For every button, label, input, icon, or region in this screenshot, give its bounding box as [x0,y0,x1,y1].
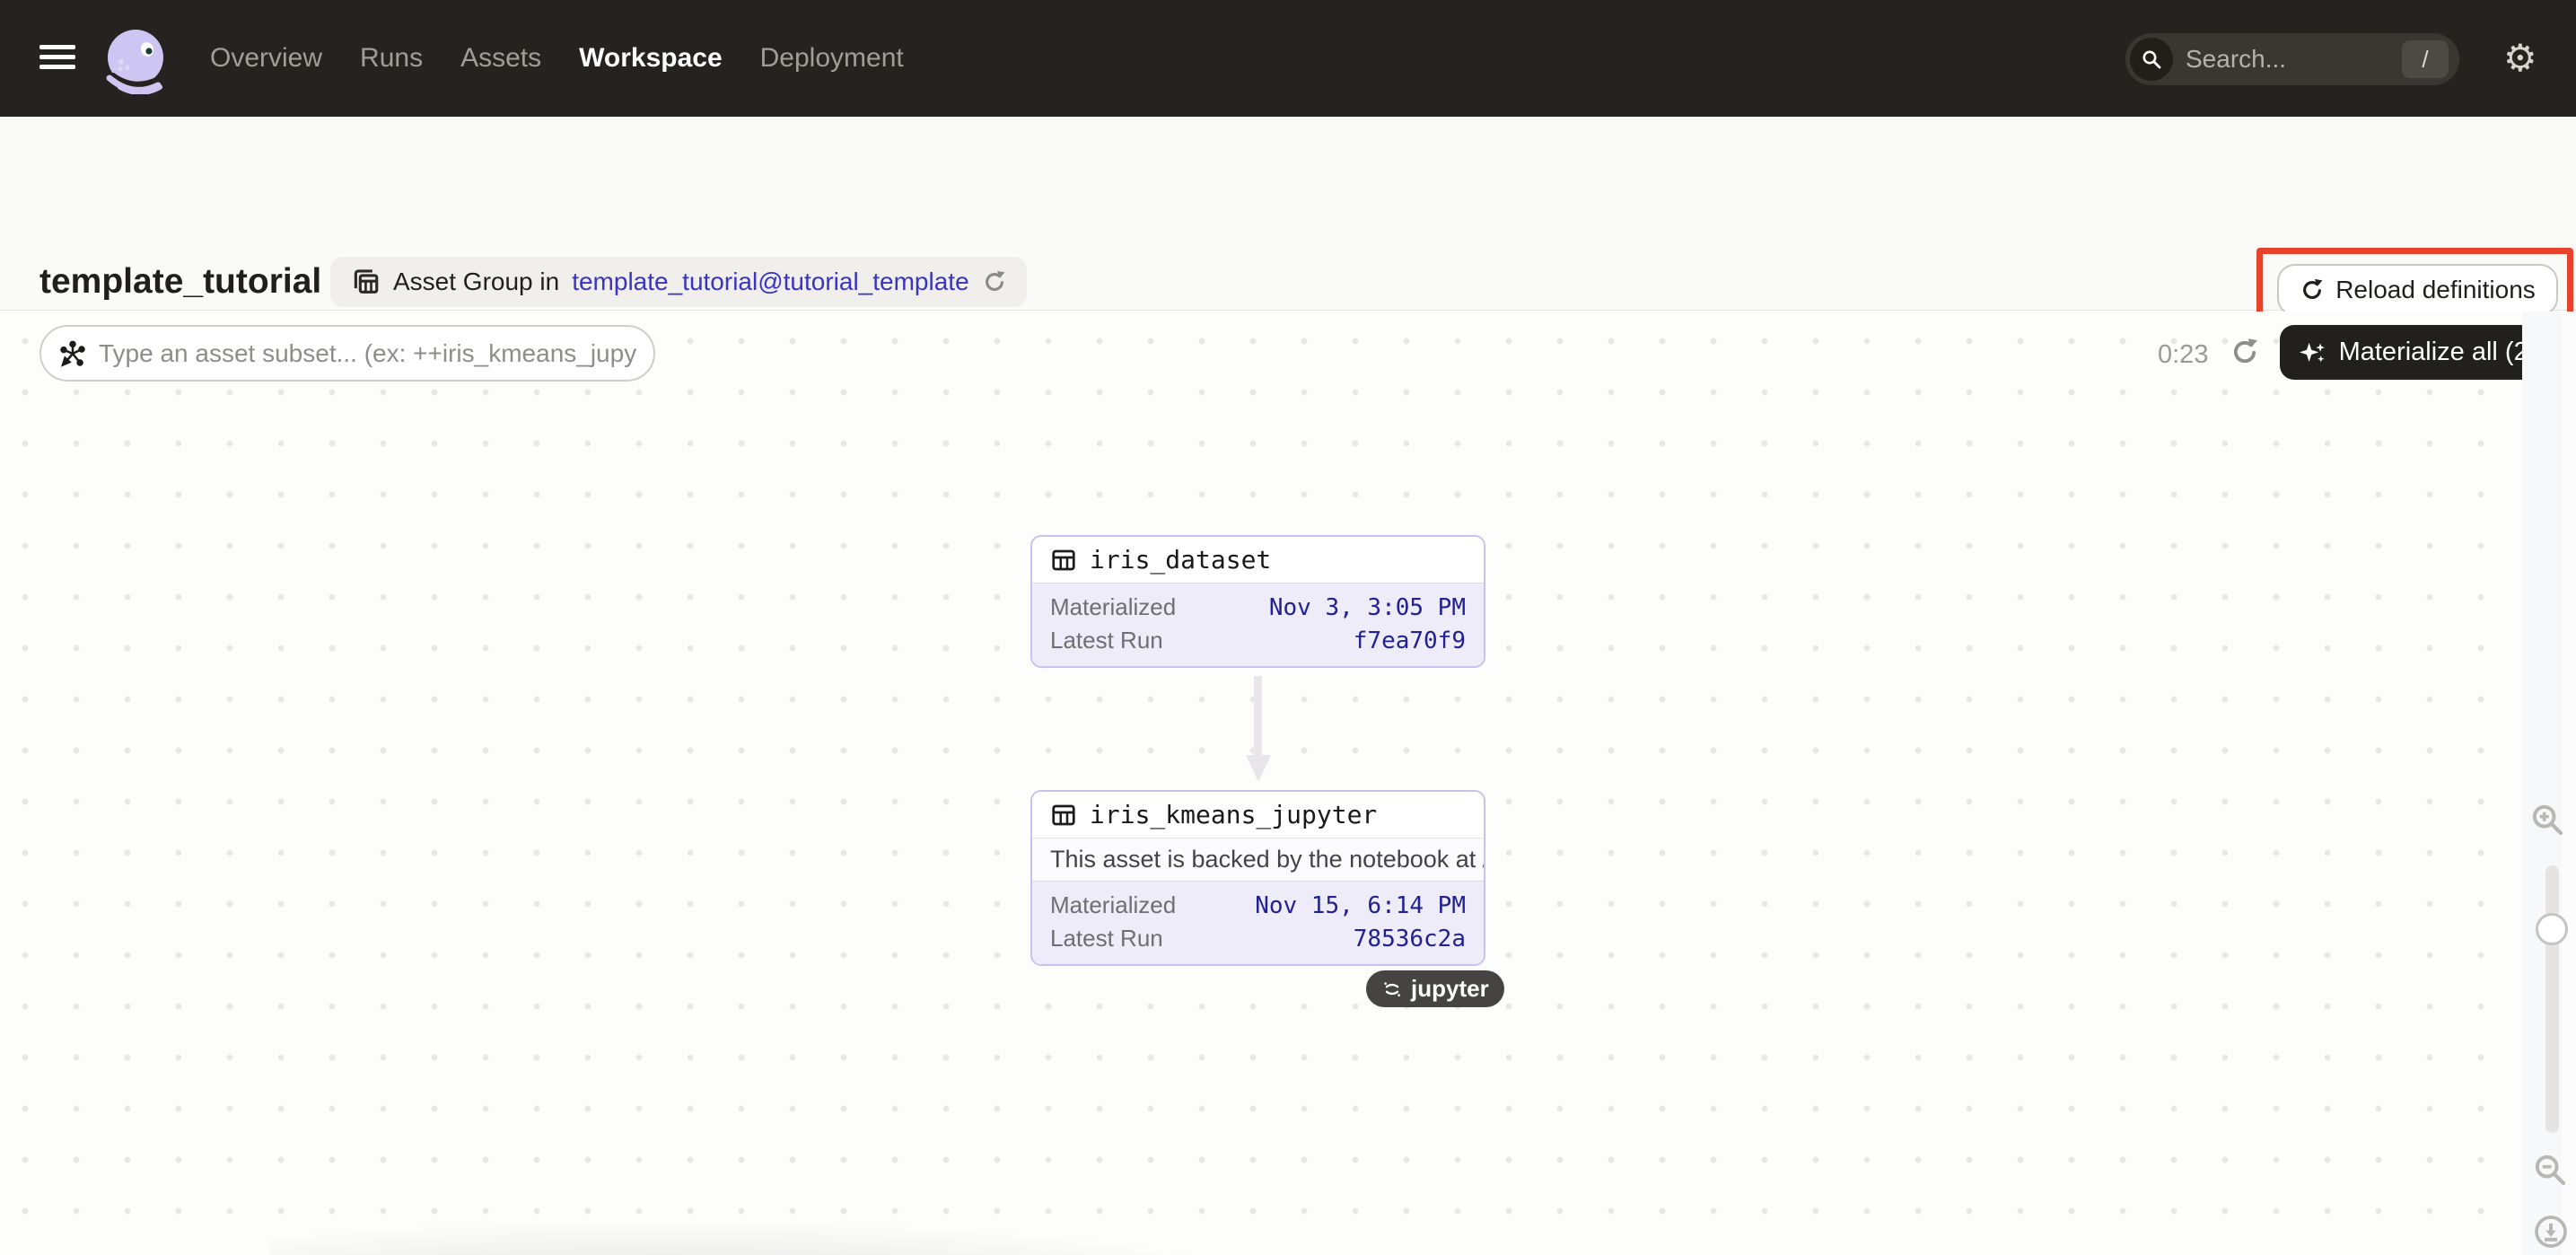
materialized-label: Materialized [1050,891,1176,919]
asset-name: iris_dataset [1090,545,1271,575]
asset-subset-filter[interactable] [39,325,655,382]
reload-definitions-button[interactable]: Reload definitions [2277,264,2558,316]
table-icon [1050,547,1077,574]
asset-node-header: iris_kmeans_jupyter [1032,792,1484,838]
nav-item-workspace[interactable]: Workspace [579,43,723,74]
kind-tag-label: jupyter [1411,975,1489,1003]
asset-group-breadcrumb: Asset Group in template_tutorial@tutoria… [330,257,1027,307]
asset-node-iris-kmeans-jupyter[interactable]: iris_kmeans_jupyter This asset is backed… [1030,790,1485,966]
latest-run-label: Latest Run [1050,925,1163,952]
op-selector-icon [59,340,86,367]
refresh-timer: 0:23 [2158,340,2208,370]
download-image-icon[interactable] [2533,1214,2569,1250]
zoom-slider[interactable] [2545,865,2559,1133]
reload-icon [2300,277,2325,303]
zoom-out-icon[interactable] [2532,1152,2568,1188]
settings-gear-icon[interactable]: ⚙ [2503,39,2537,78]
search-shortcut-badge: / [2402,40,2449,78]
materialized-value[interactable]: Nov 3, 3:05 PM [1269,594,1466,621]
latest-run-label: Latest Run [1050,627,1163,654]
page-header: template_tutorial Asset Group in templat… [0,117,2576,311]
latest-run-row: Latest Run f7ea70f9 [1050,624,1466,657]
latest-run-value[interactable]: 78536c2a [1354,926,1466,952]
dagster-logo-icon[interactable] [101,24,171,94]
compute-kind-tag-jupyter[interactable]: jupyter [1366,970,1504,1007]
search-input[interactable] [2186,45,2402,74]
menu-icon[interactable] [39,45,75,72]
asset-subset-input[interactable] [99,339,646,368]
materialize-all-label: Materialize all (2) [2339,338,2537,367]
latest-run-value[interactable]: f7ea70f9 [1354,628,1466,654]
global-search[interactable]: / [2125,33,2459,85]
top-nav-bar: Overview Runs Assets Workspace Deploymen… [0,0,2576,117]
group-refresh-icon[interactable] [982,269,1007,294]
zoom-slider-thumb[interactable] [2536,913,2568,945]
materialize-all-button[interactable]: Materialize all (2) [2280,325,2556,380]
page-title: template_tutorial [39,262,321,302]
graph-refresh-icon[interactable] [2230,337,2260,367]
materialized-row: Materialized Nov 3, 3:05 PM [1050,591,1466,624]
asset-name: iris_kmeans_jupyter [1090,800,1377,829]
asset-group-icon [350,267,381,297]
materialized-label: Materialized [1050,593,1176,621]
search-icon [2130,38,2173,81]
rail-edge [2562,312,2576,1255]
materialized-row: Materialized Nov 15, 6:14 PM [1050,889,1466,922]
jupyter-icon [1381,979,1403,1000]
nav-item-assets[interactable]: Assets [460,43,541,74]
nav-links: Overview Runs Assets Workspace Deploymen… [210,0,904,117]
lineage-graph-canvas[interactable]: 0:23 Materialize all (2) iris_dataset Ma… [0,312,2576,1255]
lineage-edge-arrowhead [1246,755,1271,782]
lineage-edge [1254,676,1262,757]
asset-description: This asset is backed by the notebook at … [1032,838,1484,881]
table-icon [1050,802,1077,829]
sparkle-icon [2300,339,2326,366]
asset-node-body: Materialized Nov 3, 3:05 PM Latest Run f… [1032,583,1484,666]
nav-item-runs[interactable]: Runs [360,43,423,74]
asset-group-label: Asset Group in [393,268,559,296]
materialized-value[interactable]: Nov 15, 6:14 PM [1255,892,1466,919]
reload-definitions-label: Reload definitions [2335,276,2536,304]
bottom-shadow [269,1164,2064,1255]
latest-run-row: Latest Run 78536c2a [1050,922,1466,955]
asset-node-body: Materialized Nov 15, 6:14 PM Latest Run … [1032,881,1484,964]
asset-node-header: iris_dataset [1032,537,1484,583]
nav-item-deployment[interactable]: Deployment [760,43,904,74]
nav-item-overview[interactable]: Overview [210,43,322,74]
asset-node-iris-dataset[interactable]: iris_dataset Materialized Nov 3, 3:05 PM… [1030,535,1485,668]
asset-group-link[interactable]: template_tutorial@tutorial_template [572,268,968,296]
zoom-in-icon[interactable] [2529,802,2565,838]
